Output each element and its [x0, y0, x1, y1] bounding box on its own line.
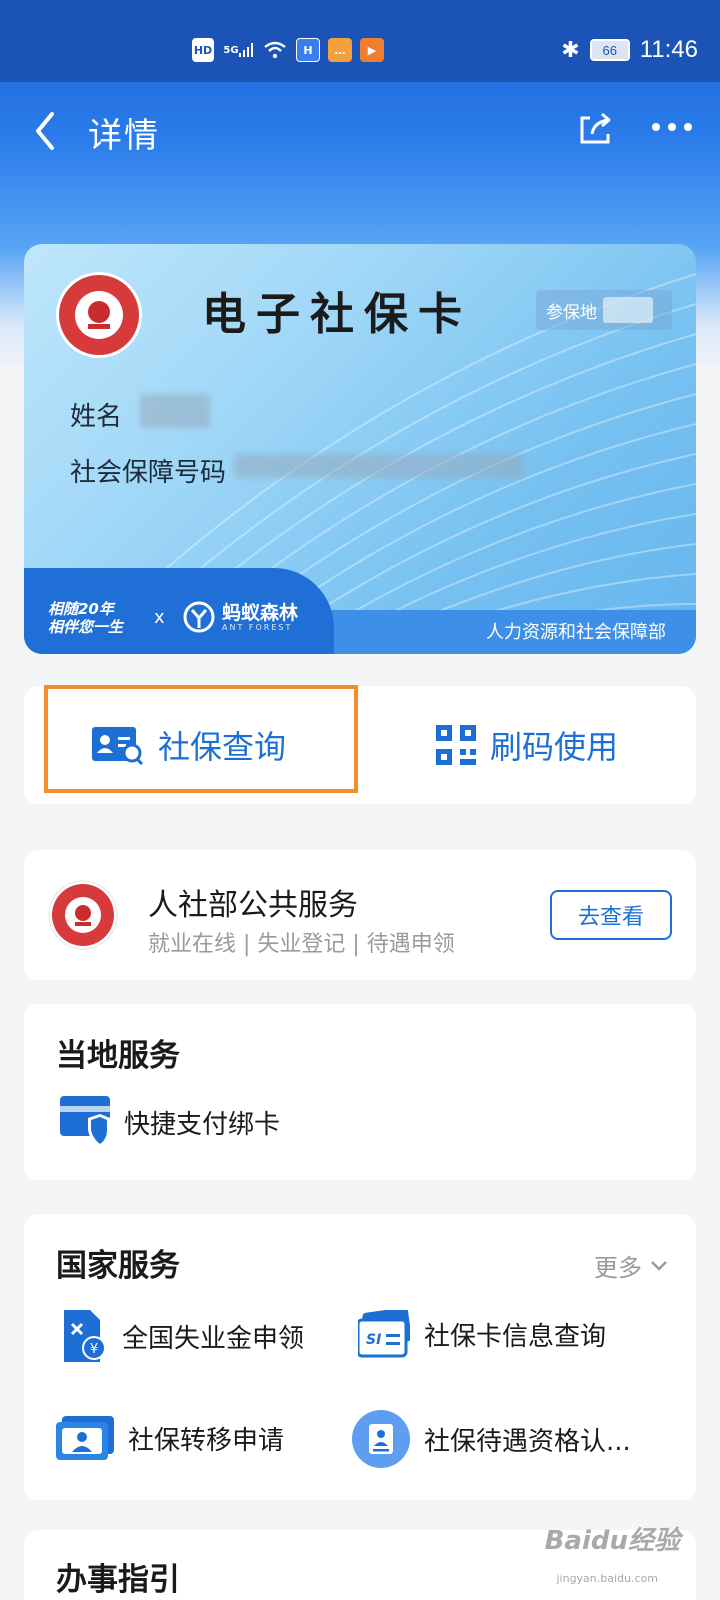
wifi-icon [262, 38, 288, 62]
back-arrow-icon[interactable] [28, 106, 68, 156]
social-security-card[interactable]: 电子社保卡 参保地 姓名 社会保障号码 相随20年 相伴您一生 x 蚂蚁森林 A… [24, 244, 696, 654]
public-service-title: 人社部公共服务 [148, 888, 358, 923]
quick-pay-bind-card-item[interactable]: 快捷支付绑卡 [60, 1096, 280, 1148]
ant-forest-logo: 蚂蚁森林 ANT FOREST [182, 600, 298, 634]
transfer-application-item[interactable]: 社保转移申请 [56, 1416, 284, 1460]
collab-x: x [154, 607, 165, 628]
document-yuan-icon: ¥ [64, 1310, 106, 1362]
insured-place-tag: 参保地 [536, 290, 672, 330]
public-service-subtitle: 就业在线 | 失业登记 | 待遇申领 [148, 932, 455, 957]
video-app-icon: ▶ [360, 38, 384, 62]
network-type: 5G [223, 44, 239, 56]
certification-icon [352, 1410, 410, 1468]
watermark-brand: Baidu经验 [544, 1526, 680, 1556]
local-services-card: 当地服务 快捷支付绑卡 [24, 1004, 696, 1180]
name-label: 姓名 [70, 402, 123, 432]
app-notification-icon: H [296, 38, 320, 62]
insured-place-label: 参保地 [546, 302, 597, 323]
more-link[interactable]: 更多 [594, 1248, 668, 1283]
hd-icon: HD [192, 38, 214, 62]
social-security-emblem-icon [56, 272, 142, 358]
slogan: 相随20年 相伴您一生 [48, 600, 123, 636]
highlight-box [44, 685, 358, 793]
chevron-down-icon [651, 1260, 667, 1271]
nav-bar: 详情 [0, 82, 720, 182]
more-label: 更多 [594, 1254, 642, 1282]
qr-code-icon [436, 725, 476, 765]
slogan-line-2: 相伴您一生 [48, 618, 124, 636]
national-services-title: 国家服务 [56, 1248, 180, 1284]
status-bar: HD 5G H … ▶ ✱ 66 11:46 [0, 0, 720, 82]
watermark-url: jingyan.baidu.com [556, 1572, 658, 1585]
unemployment-benefit-item[interactable]: ¥ 全国失业金申领 [60, 1310, 304, 1362]
partner-sub: ANT FOREST [222, 622, 293, 632]
guide-title: 办事指引 [56, 1562, 180, 1598]
card-info-query-label: 社保卡信息查询 [424, 1321, 607, 1352]
svg-text:SI: SI [366, 1332, 381, 1348]
local-services-title: 当地服务 [56, 1038, 180, 1074]
signal-icon: 5G [222, 38, 254, 62]
quick-pay-bind-card-label: 快捷支付绑卡 [124, 1109, 281, 1140]
card-shield-icon [60, 1096, 110, 1148]
public-service-card[interactable]: 人社部公共服务 就业在线 | 失业登记 | 待遇申领 去查看 [24, 850, 696, 980]
battery-icon: 66 [589, 39, 630, 61]
more-icon[interactable] [648, 112, 696, 142]
national-services-card: 国家服务 更多 ¥ 全国失业金申领 SI 社保卡信息查询 社保转移申请 社保待遇… [24, 1214, 696, 1500]
transfer-application-label: 社保转移申请 [128, 1425, 285, 1456]
clock: 11:46 [639, 36, 698, 63]
message-icon: … [328, 38, 352, 62]
card-info-query-item[interactable]: SI 社保卡信息查询 [358, 1310, 606, 1358]
insured-place-value-redacted [603, 297, 653, 323]
slogan-line-1: 相随20年 [48, 600, 114, 618]
partner-name: 蚂蚁森林 [222, 601, 299, 624]
page-title: 详情 [88, 116, 160, 156]
unemployment-benefit-label: 全国失业金申领 [122, 1323, 305, 1354]
svg-text:¥: ¥ [90, 1342, 98, 1357]
benefit-eligibility-item[interactable]: 社保待遇资格认... [352, 1410, 631, 1468]
social-security-logo-icon [48, 880, 118, 950]
ssn-label: 社会保障号码 [70, 458, 227, 488]
name-value-redacted [140, 394, 210, 428]
view-button[interactable]: 去查看 [550, 890, 672, 940]
benefit-eligibility-label: 社保待遇资格认... [424, 1426, 631, 1457]
person-card-icon [56, 1416, 114, 1460]
si-card-icon: SI [358, 1310, 410, 1358]
scan-code-label: 刷码使用 [490, 728, 619, 766]
issuer-text: 人力资源和社会保障部 [486, 622, 666, 643]
ssn-value-redacted [234, 454, 524, 478]
card-title: 电子社保卡 [202, 289, 472, 340]
bluetooth-icon: ✱ [561, 37, 580, 62]
share-icon[interactable] [576, 108, 616, 148]
ant-forest-icon [183, 601, 215, 633]
scan-code-button[interactable]: 刷码使用 [436, 686, 618, 804]
